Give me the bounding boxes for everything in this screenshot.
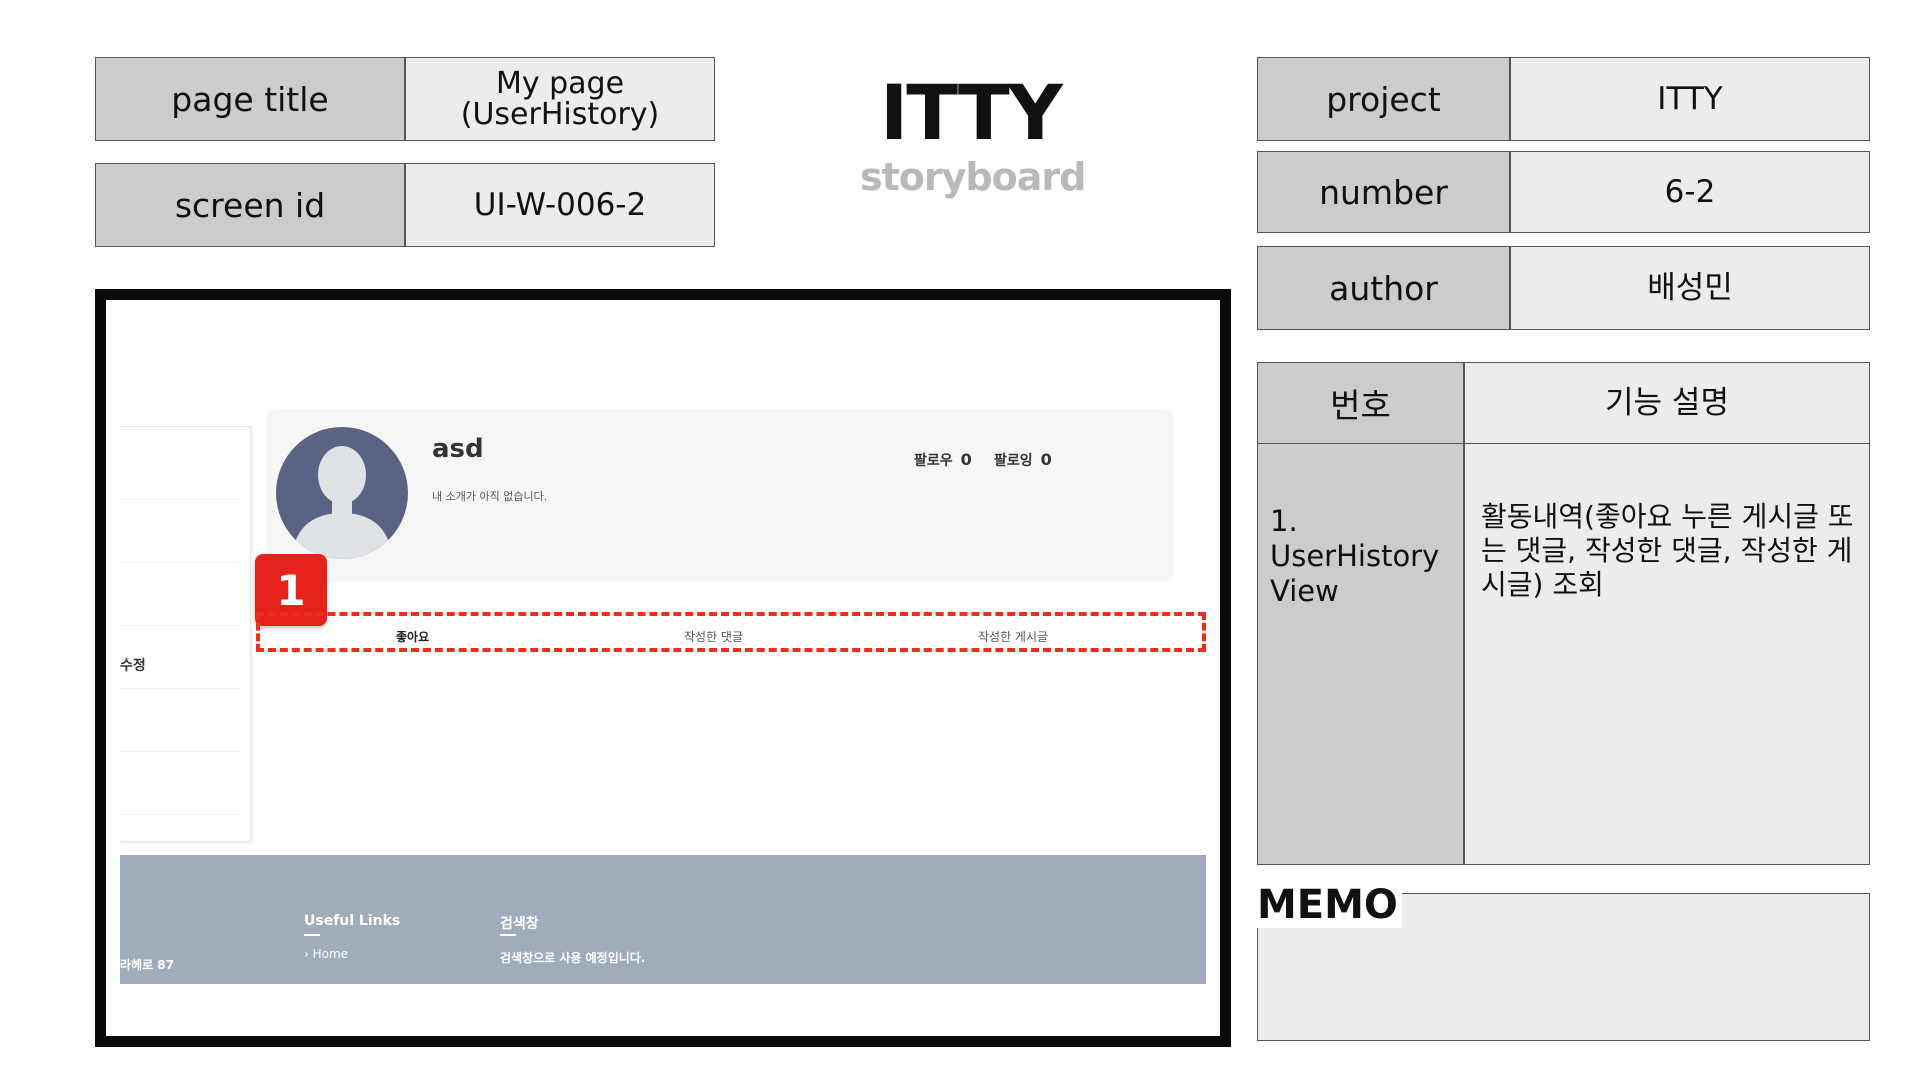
- desc-text-header: 기능 설명: [1464, 362, 1870, 444]
- screen-id-value: UI-W-006-2: [405, 163, 715, 247]
- footer-address: 라헤로 87: [120, 958, 174, 972]
- sidebar-divider: [120, 625, 240, 626]
- user-silhouette-icon: [292, 446, 392, 559]
- sidebar-divider: [120, 814, 240, 815]
- footer-search-text: 검색창으로 사용 예정입니다.: [500, 951, 646, 965]
- follower-stat[interactable]: 팔로우 0: [914, 450, 972, 470]
- footer-divider: [500, 934, 516, 936]
- logo-subtitle: storyboard: [860, 155, 1086, 199]
- page-title-label: page title: [95, 57, 405, 141]
- sidebar-item-edit[interactable]: 수정: [120, 655, 146, 675]
- number-label: number: [1257, 151, 1510, 233]
- profile-bio: 내 소개가 아직 없습니다.: [432, 490, 548, 503]
- logo-title: ITTY: [880, 68, 1063, 157]
- mockup-canvas: 수정 asd 내 소개가 아직 없습니다. 팔로우 0 팔로잉 0 1 좋아요 작성…: [106, 300, 1220, 1036]
- tab-likes[interactable]: 좋아요: [396, 628, 429, 645]
- profile-username: asd: [432, 434, 484, 464]
- footer-useful-links-title: Useful Links: [304, 913, 401, 929]
- footer-search-title: 검색창: [500, 916, 539, 932]
- tab-my-comments[interactable]: 작성한 댓글: [684, 628, 743, 645]
- site-footer: 라헤로 87 Useful Links › Home 검색창 검색창으로 사용 …: [120, 855, 1206, 984]
- avatar: [276, 427, 408, 559]
- sidebar-divider: [120, 562, 240, 563]
- desc-row-number: 1. UserHistory View: [1257, 443, 1464, 865]
- author-label: author: [1257, 246, 1510, 330]
- desc-num-header: 번호: [1257, 362, 1464, 444]
- desc-row-text: 활동내역(좋아요 누른 게시글 또는 댓글, 작성한 댓글, 작성한 게시글) …: [1464, 443, 1870, 865]
- follower-count: 0: [960, 450, 972, 469]
- following-label: 팔로잉: [994, 453, 1033, 469]
- following-stat[interactable]: 팔로잉 0: [994, 450, 1052, 470]
- sidebar-card: 수정: [120, 426, 251, 842]
- memo-title: MEMO: [1257, 882, 1402, 928]
- tab-my-posts[interactable]: 작성한 게시글: [978, 628, 1048, 645]
- number-value: 6-2: [1510, 151, 1870, 233]
- chevron-right-icon: ›: [304, 947, 313, 961]
- author-value: 배성민: [1510, 246, 1870, 330]
- page-title-value: My page (UserHistory): [405, 57, 715, 141]
- sidebar-divider: [120, 688, 240, 689]
- footer-divider: [304, 934, 320, 936]
- footer-link-home[interactable]: › Home: [304, 947, 348, 961]
- project-value: ITTY: [1510, 57, 1870, 141]
- project-label: project: [1257, 57, 1510, 141]
- screen-id-label: screen id: [95, 163, 405, 247]
- following-count: 0: [1040, 450, 1052, 469]
- mockup-frame: 수정 asd 내 소개가 아직 없습니다. 팔로우 0 팔로잉 0 1 좋아요 작성…: [95, 289, 1231, 1047]
- follower-label: 팔로우: [914, 453, 953, 469]
- sidebar-divider: [120, 499, 240, 500]
- sidebar-divider: [120, 751, 240, 752]
- footer-link-home-label: Home: [312, 947, 349, 961]
